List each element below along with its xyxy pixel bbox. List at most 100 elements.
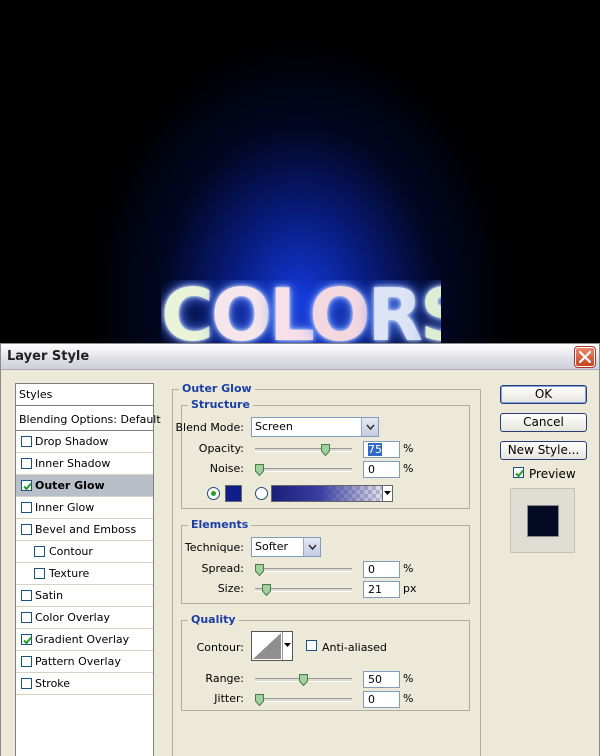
opacity-slider-track[interactable] [255, 448, 352, 452]
style-item-outer-glow[interactable]: Outer Glow [16, 475, 153, 497]
checkmark-icon [515, 469, 524, 478]
size-label: Size: [217, 582, 244, 595]
contour-label: Contour: [196, 641, 244, 654]
close-x-icon [579, 351, 591, 363]
bevel-and-emboss-checkbox[interactable] [21, 524, 32, 535]
spread-slider-track[interactable] [255, 568, 352, 572]
satin-checkbox[interactable] [21, 590, 32, 601]
spread-label: Spread: [201, 562, 244, 575]
opacity-label: Opacity: [198, 442, 244, 455]
range-slider-thumb[interactable] [299, 674, 308, 687]
jitter-slider-thumb[interactable] [255, 694, 264, 707]
spread-value: 0 [368, 563, 375, 576]
blend-mode-value: Screen [255, 420, 293, 433]
style-item-label: Gradient Overlay [35, 633, 130, 646]
style-item-label: Outer Glow [35, 479, 105, 492]
range-input[interactable]: 50 [363, 671, 400, 688]
contour-checkbox[interactable] [34, 546, 45, 557]
color-overlay-checkbox[interactable] [21, 612, 32, 623]
caret-down-icon [284, 643, 291, 647]
style-item-inner-shadow[interactable]: Inner Shadow [16, 453, 153, 475]
style-item-pattern-overlay[interactable]: Pattern Overlay [16, 651, 153, 673]
style-preview-box [510, 488, 575, 553]
opacity-input[interactable]: 75 [363, 441, 400, 458]
slider-thumb-icon [255, 694, 264, 707]
new-style-button[interactable]: New Style... [500, 441, 587, 460]
style-item-texture[interactable]: Texture [16, 563, 153, 585]
blend-mode-dropdown-arrow[interactable] [361, 418, 378, 436]
structure-title: Structure [188, 399, 253, 411]
noise-slider-thumb[interactable] [255, 464, 264, 477]
slider-thumb-icon [255, 464, 264, 477]
technique-dropdown-arrow[interactable] [303, 538, 320, 556]
contour-dropdown-arrow[interactable] [282, 632, 292, 660]
style-item-color-overlay[interactable]: Color Overlay [16, 607, 153, 629]
blend-mode-label: Blend Mode: [175, 421, 245, 434]
preview-label: Preview [529, 467, 576, 481]
style-item-satin[interactable]: Satin [16, 585, 153, 607]
range-unit: % [403, 672, 414, 685]
stroke-checkbox[interactable] [21, 678, 32, 689]
style-item-stroke[interactable]: Stroke [16, 673, 153, 695]
spread-unit: % [403, 562, 414, 575]
outer-glow-title: Outer Glow [179, 383, 255, 395]
spread-input[interactable]: 0 [363, 561, 400, 578]
texture-checkbox[interactable] [34, 568, 45, 579]
styles-header-label: Styles [19, 388, 53, 401]
size-input[interactable]: 21 [363, 581, 400, 598]
inner-glow-checkbox[interactable] [21, 502, 32, 513]
size-value: 21 [368, 583, 382, 596]
glow-gradient-picker[interactable] [271, 485, 393, 502]
ok-button[interactable]: OK [500, 385, 587, 404]
jitter-input[interactable]: 0 [363, 691, 400, 708]
title-bar[interactable]: Layer Style [1, 344, 599, 370]
jitter-label: Jitter: [214, 692, 244, 705]
opacity-value: 75 [368, 443, 382, 456]
noise-input[interactable]: 0 [363, 461, 400, 478]
noise-unit: % [403, 462, 414, 475]
style-item-label: Stroke [35, 677, 71, 690]
slider-thumb-icon [255, 564, 264, 577]
close-button[interactable] [574, 346, 596, 368]
style-item-inner-glow[interactable]: Inner Glow [16, 497, 153, 519]
inner-shadow-checkbox[interactable] [21, 458, 32, 469]
gradient-dropdown-arrow[interactable] [382, 486, 392, 501]
contour-picker[interactable] [251, 631, 293, 661]
letter-c: C [161, 280, 214, 350]
style-item-bevel-and-emboss[interactable]: Bevel and Emboss [16, 519, 153, 541]
layer-style-dialog: Layer Style Styles Blending Options: Def… [0, 343, 600, 756]
drop-shadow-checkbox[interactable] [21, 436, 32, 447]
slider-thumb-icon [262, 584, 272, 597]
style-item-label: Drop Shadow [35, 435, 109, 448]
blend-mode-select[interactable]: Screen [251, 417, 379, 437]
gradient-overlay-checkbox[interactable] [21, 634, 32, 645]
style-item-gradient-overlay[interactable]: Gradient Overlay [16, 629, 153, 651]
spread-slider-thumb[interactable] [255, 564, 264, 577]
style-item-contour[interactable]: Contour [16, 541, 153, 563]
chevron-down-icon [308, 544, 317, 550]
styles-header[interactable]: Styles [16, 384, 153, 406]
anti-aliased-checkbox[interactable] [306, 640, 317, 651]
size-slider-thumb[interactable] [262, 584, 272, 597]
opacity-slider-thumb[interactable] [321, 444, 330, 457]
glow-color-swatch[interactable] [225, 485, 242, 502]
color-radio[interactable] [207, 487, 220, 500]
caret-down-icon [384, 491, 391, 495]
style-preview-swatch [527, 505, 559, 537]
cancel-button[interactable]: Cancel [500, 413, 587, 432]
blending-options-item[interactable]: Blending Options: Default [16, 409, 161, 431]
jitter-slider-track[interactable] [255, 698, 352, 702]
style-item-label: Inner Glow [35, 501, 95, 514]
document-canvas: COLORS [0, 0, 600, 350]
style-item-label: Pattern Overlay [35, 655, 121, 668]
outer-glow-checkbox[interactable] [21, 480, 32, 491]
technique-label: Technique: [184, 541, 244, 554]
technique-select[interactable]: Softer [251, 537, 321, 557]
pattern-overlay-checkbox[interactable] [21, 656, 32, 667]
noise-slider-track[interactable] [255, 468, 352, 472]
preview-checkbox[interactable] [513, 467, 524, 478]
style-item-drop-shadow[interactable]: Drop Shadow [16, 431, 153, 453]
contour-linear-icon [253, 633, 281, 659]
gradient-radio[interactable] [255, 487, 268, 500]
slider-thumb-icon [321, 444, 330, 457]
